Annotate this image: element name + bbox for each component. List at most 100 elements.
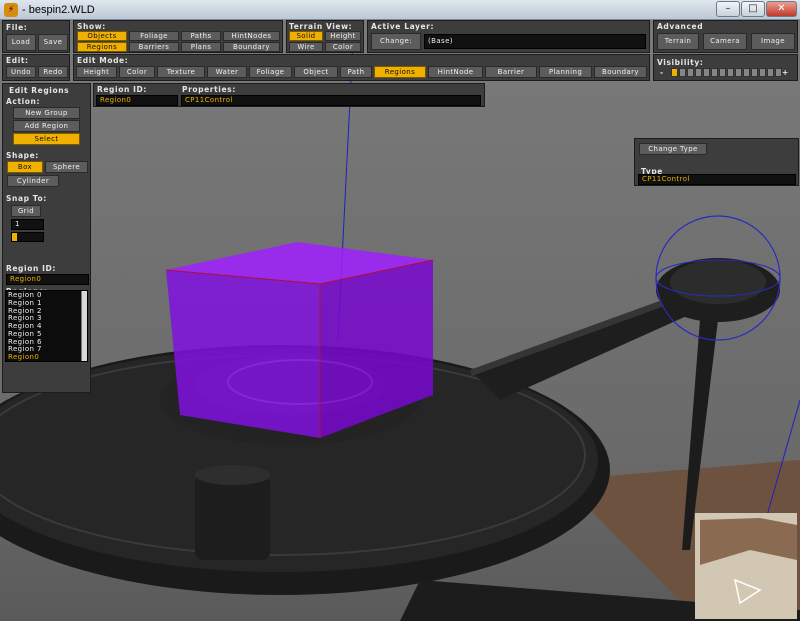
visibility-segment[interactable] xyxy=(727,68,734,77)
visibility-segment[interactable] xyxy=(719,68,726,77)
edit-regions-title: Edit Regions xyxy=(9,86,70,95)
mode-path-button[interactable]: Path xyxy=(340,66,372,78)
type-field[interactable]: CP11Control xyxy=(638,174,796,185)
region-list-item[interactable]: Region 5 xyxy=(6,330,87,338)
visibility-segment[interactable] xyxy=(687,68,694,77)
region-list-item[interactable]: Region 0 xyxy=(6,291,87,299)
regions-list-scrollbar[interactable] xyxy=(81,291,87,361)
visibility-segment[interactable] xyxy=(767,68,774,77)
info-region-id-label: Region ID: xyxy=(97,85,147,94)
mode-hintnode-button[interactable]: HintNode xyxy=(428,66,483,78)
minimize-button[interactable]: – xyxy=(716,1,740,17)
edit-label: Edit: xyxy=(6,56,29,65)
terrain-wire-button[interactable]: Wire xyxy=(289,42,323,52)
properties-label: Properties: xyxy=(182,85,236,94)
type-panel: Change Type Type CP11Control xyxy=(634,138,799,186)
show-objects-button[interactable]: Objects xyxy=(77,31,127,41)
region-list-item[interactable]: Region 7 xyxy=(6,345,87,353)
terrain-color-button[interactable]: Color xyxy=(325,42,361,52)
region-info-bar: Region ID: Region0 Properties: CP11Contr… xyxy=(93,83,485,107)
region-id-field[interactable]: Region0 xyxy=(6,274,89,285)
visibility-segment[interactable] xyxy=(775,68,782,77)
visibility-segment[interactable] xyxy=(759,68,766,77)
window-titlebar: ⚡ - bespin2.WLD – □ ✕ xyxy=(0,0,800,20)
action-label: Action: xyxy=(6,97,41,106)
edit-mode-panel: Edit Mode: Height Color Texture Water Fo… xyxy=(73,54,650,81)
file-label: File: xyxy=(6,23,28,32)
advanced-camera-button[interactable]: Camera xyxy=(703,33,747,50)
terrain-height-button[interactable]: Height xyxy=(325,31,361,41)
mode-object-button[interactable]: Object xyxy=(294,66,338,78)
add-region-button[interactable]: Add Region xyxy=(13,120,80,132)
visibility-plus-button[interactable]: + xyxy=(782,68,789,77)
mode-regions-button[interactable]: Regions xyxy=(374,66,426,78)
new-group-button[interactable]: New Group xyxy=(13,107,80,119)
mode-foliage-button[interactable]: Foliage xyxy=(249,66,292,78)
snap-grid-button[interactable]: Grid xyxy=(11,205,41,217)
show-regions-button[interactable]: Regions xyxy=(77,42,127,52)
undo-button[interactable]: Undo xyxy=(6,66,36,78)
canister xyxy=(195,475,270,560)
visibility-segment[interactable] xyxy=(679,68,686,77)
close-button[interactable]: ✕ xyxy=(766,1,797,17)
info-region-id-field[interactable]: Region0 xyxy=(96,95,178,106)
load-button[interactable]: Load xyxy=(6,34,36,51)
snap-slider[interactable] xyxy=(11,232,44,242)
regions-list[interactable]: Region 0 Region 1 Region 2 Region 3 Regi… xyxy=(5,290,88,362)
region-list-item[interactable]: Region 6 xyxy=(6,338,87,346)
select-button[interactable]: Select xyxy=(13,133,80,145)
region-list-item[interactable]: Region 2 xyxy=(6,307,87,315)
mode-color-button[interactable]: Color xyxy=(119,66,155,78)
change-layer-button[interactable]: Change: xyxy=(371,33,421,50)
shape-sphere-button[interactable]: Sphere xyxy=(45,161,88,173)
mode-barrier-button[interactable]: Barrier xyxy=(485,66,537,78)
maximize-button[interactable]: □ xyxy=(741,1,765,17)
mode-water-button[interactable]: Water xyxy=(207,66,247,78)
shape-cylinder-button[interactable]: Cylinder xyxy=(7,175,59,187)
show-boundary-button[interactable]: Boundary xyxy=(223,42,280,52)
visibility-segment[interactable] xyxy=(735,68,742,77)
snap-value-field[interactable]: 1 xyxy=(11,219,44,230)
visibility-segment[interactable] xyxy=(743,68,750,77)
advanced-terrain-button[interactable]: Terrain xyxy=(657,33,699,50)
visibility-segment[interactable] xyxy=(751,68,758,77)
edit-panel: Edit: Undo Redo xyxy=(2,54,70,81)
region-list-item-selected[interactable]: Region0 xyxy=(6,353,87,361)
redo-button[interactable]: Redo xyxy=(38,66,68,78)
show-label: Show: xyxy=(77,22,106,31)
terrain-view-label: Terrain View: xyxy=(289,22,353,31)
region-list-item[interactable]: Region 3 xyxy=(6,314,87,322)
mode-planning-button[interactable]: Planning xyxy=(539,66,592,78)
visibility-segment[interactable] xyxy=(711,68,718,77)
region-list-item[interactable]: Region 4 xyxy=(6,322,87,330)
visibility-segment[interactable] xyxy=(671,68,678,77)
region-list-item[interactable]: Region 1 xyxy=(6,299,87,307)
terrain-solid-button[interactable]: Solid xyxy=(289,31,323,41)
region-id-label: Region ID: xyxy=(6,264,56,273)
show-barriers-button[interactable]: Barriers xyxy=(129,42,179,52)
show-hintnodes-button[interactable]: HintNodes xyxy=(223,31,280,41)
scene-render xyxy=(0,20,800,621)
visibility-segment[interactable] xyxy=(703,68,710,77)
shape-box-button[interactable]: Box xyxy=(7,161,43,173)
viewport-3d[interactable]: File: Load Save Show: Objects Foliage Pa… xyxy=(0,20,800,621)
mode-boundary-button[interactable]: Boundary xyxy=(594,66,647,78)
advanced-panel: Advanced Terrain Camera Image xyxy=(653,20,798,53)
mode-texture-button[interactable]: Texture xyxy=(157,66,205,78)
change-type-button[interactable]: Change Type xyxy=(639,143,707,155)
show-foliage-button[interactable]: Foliage xyxy=(129,31,179,41)
visibility-minus-button[interactable]: - xyxy=(660,68,664,77)
visibility-segment[interactable] xyxy=(695,68,702,77)
active-layer-label: Active Layer: xyxy=(371,22,435,31)
show-paths-button[interactable]: Paths xyxy=(181,31,221,41)
edit-mode-label: Edit Mode: xyxy=(77,56,129,65)
advanced-label: Advanced xyxy=(657,22,704,31)
terrain-view-panel: Terrain View: Solid Height Wire Color xyxy=(286,20,364,53)
properties-field[interactable]: CP11Control xyxy=(181,95,481,106)
save-button[interactable]: Save xyxy=(38,34,68,51)
active-layer-field[interactable]: (Base) xyxy=(424,34,646,49)
show-plans-button[interactable]: Plans xyxy=(181,42,221,52)
snap-slider-thumb[interactable] xyxy=(12,233,17,241)
mode-height-button[interactable]: Height xyxy=(76,66,117,78)
advanced-image-button[interactable]: Image xyxy=(751,33,795,50)
